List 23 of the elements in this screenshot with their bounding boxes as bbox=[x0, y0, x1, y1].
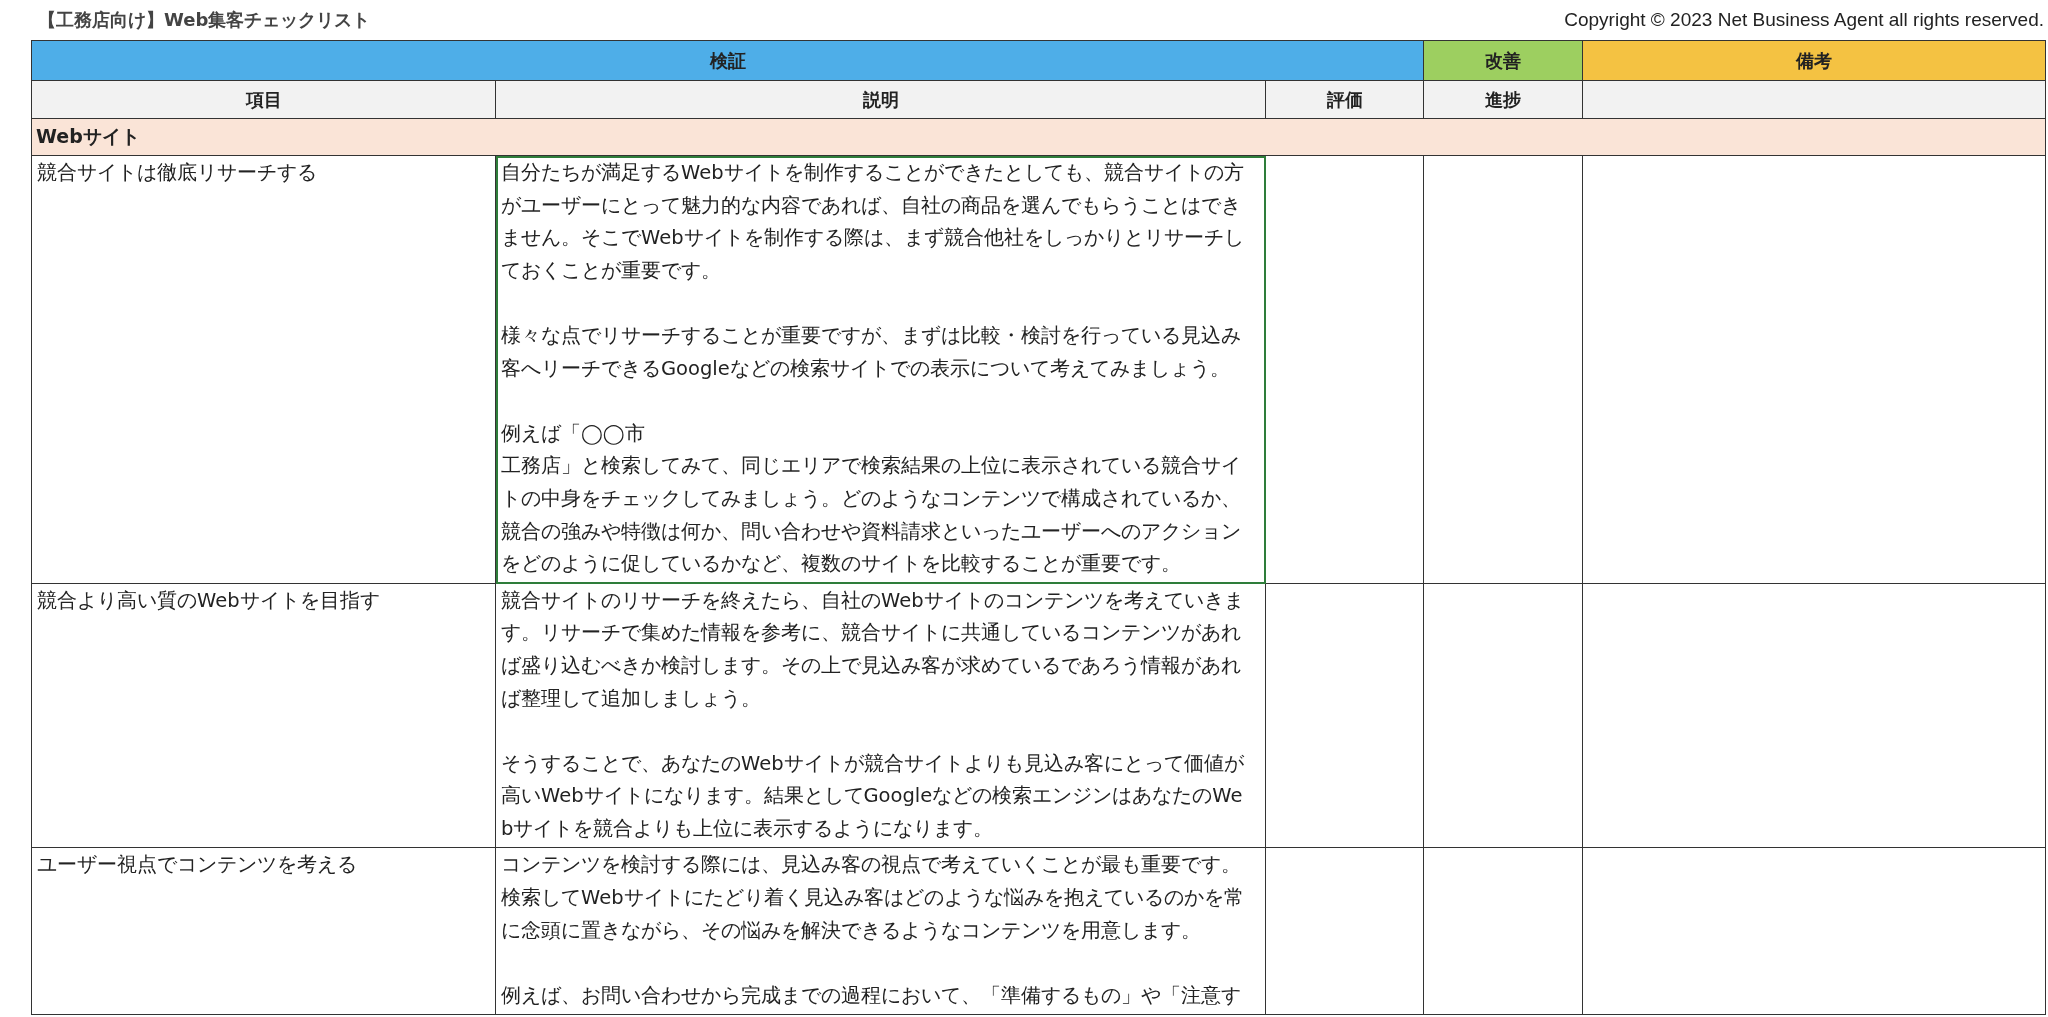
group-header: 改善 bbox=[1424, 41, 1583, 81]
description-paragraph: コンテンツを検討する際には、見込み客の視点で考えていくことが最も重要です。 検索してWebサイトにたどり着く見込み客はどのような悩みを抱えているのかを常 に念頭に置きながら、その悩みを解決できるようなコンテンツを用意します。 bbox=[501, 852, 1245, 944]
description-paragraph: 例えば、お問い合わせから完成までの過程において、「準備するもの」や「注意す bbox=[501, 982, 1242, 1009]
description-paragraph: 例えば「◯◯市 工務店」と検索してみて、同じエリアで検索結果の上位に表示されている競合サイ トの中身をチェックしてみましょう。どのようなコンテンツで構成されているか、 競合の強みや特徴は何か、問い合わせや資料請求といったユーザーへのアクション をどのように促しているかなど、複数のサイトを比較することが重要です。 bbox=[501, 420, 1242, 578]
column-header: 評価 bbox=[1266, 81, 1424, 119]
item-cell: 競合より高い質のWebサイトを目指す bbox=[32, 583, 496, 849]
section-header: Webサイト bbox=[32, 119, 2046, 156]
copyright-text: Copyright © 2023 Net Business Agent all rights reserved. bbox=[1564, 9, 2044, 31]
item-cell: 競合サイトは徹底リサーチする bbox=[32, 156, 496, 584]
item-cell: ユーザー視点でコンテンツを考える bbox=[32, 848, 496, 1016]
group-header: 備考 bbox=[1583, 41, 2046, 81]
description-cell[interactable] bbox=[496, 583, 1266, 849]
description-paragraph: 様々な点でリサーチすることが重要ですが、まずは比較・検討を行っている見込み 客へリーチできるGoogleなどの検索サイトでの表示について考えてみましょう。 bbox=[501, 322, 1242, 382]
column-header: 項目 bbox=[32, 81, 496, 119]
description-cell[interactable] bbox=[496, 156, 1266, 584]
description-paragraph: そうすることで、あなたのWebサイトが競合サイトよりも見込み客にとって価値が 高いWebサイトになります。結果としてGoogleなどの検索エンジンはあなたのWe bサイトを競合よりも上位に表示するようになります。 bbox=[501, 750, 1245, 842]
description-paragraph: 自分たちが満足するWebサイトを制作することができたとしても、競合サイトの方 がユーザーにとって魅力的な内容であれば、自社の商品を選んでもらうことはでき ません。そこでWebサイトを制作する際は、まず競合他社をしっかりとリサーチし ておくことが重要です。 bbox=[501, 160, 1245, 284]
sheet-title: 【工務店向け】Web集客チェックリスト bbox=[38, 8, 371, 32]
column-header: 説明 bbox=[496, 81, 1266, 119]
description-paragraph: 競合サイトのリサーチを終えたら、自社のWebサイトのコンテンツを考えていきま す。リサーチで集めた情報を参考に、競合サイトに共通しているコンテンツがあれ ば盛り込むべきか検討します。その上で見込み客が求めているであろう情報があれ ば整理して追加しましょう。 bbox=[501, 587, 1245, 712]
description-cell[interactable]: コンテンツを検討する際には、見込み客の視点で考えていくことが最も重要です。 検索してWebサイトにたどり着く見込み客はどのような悩みを抱えているのかを常 に念頭に置きながら、その悩みを解決できるようなコンテンツを用意します。 例えば、お問い合わせから完成までの過程において、「準備するもの」や「注意す bbox=[496, 848, 1266, 1016]
group-header: 検証 bbox=[32, 41, 1424, 81]
column-header: 進捗 bbox=[1424, 81, 1583, 119]
